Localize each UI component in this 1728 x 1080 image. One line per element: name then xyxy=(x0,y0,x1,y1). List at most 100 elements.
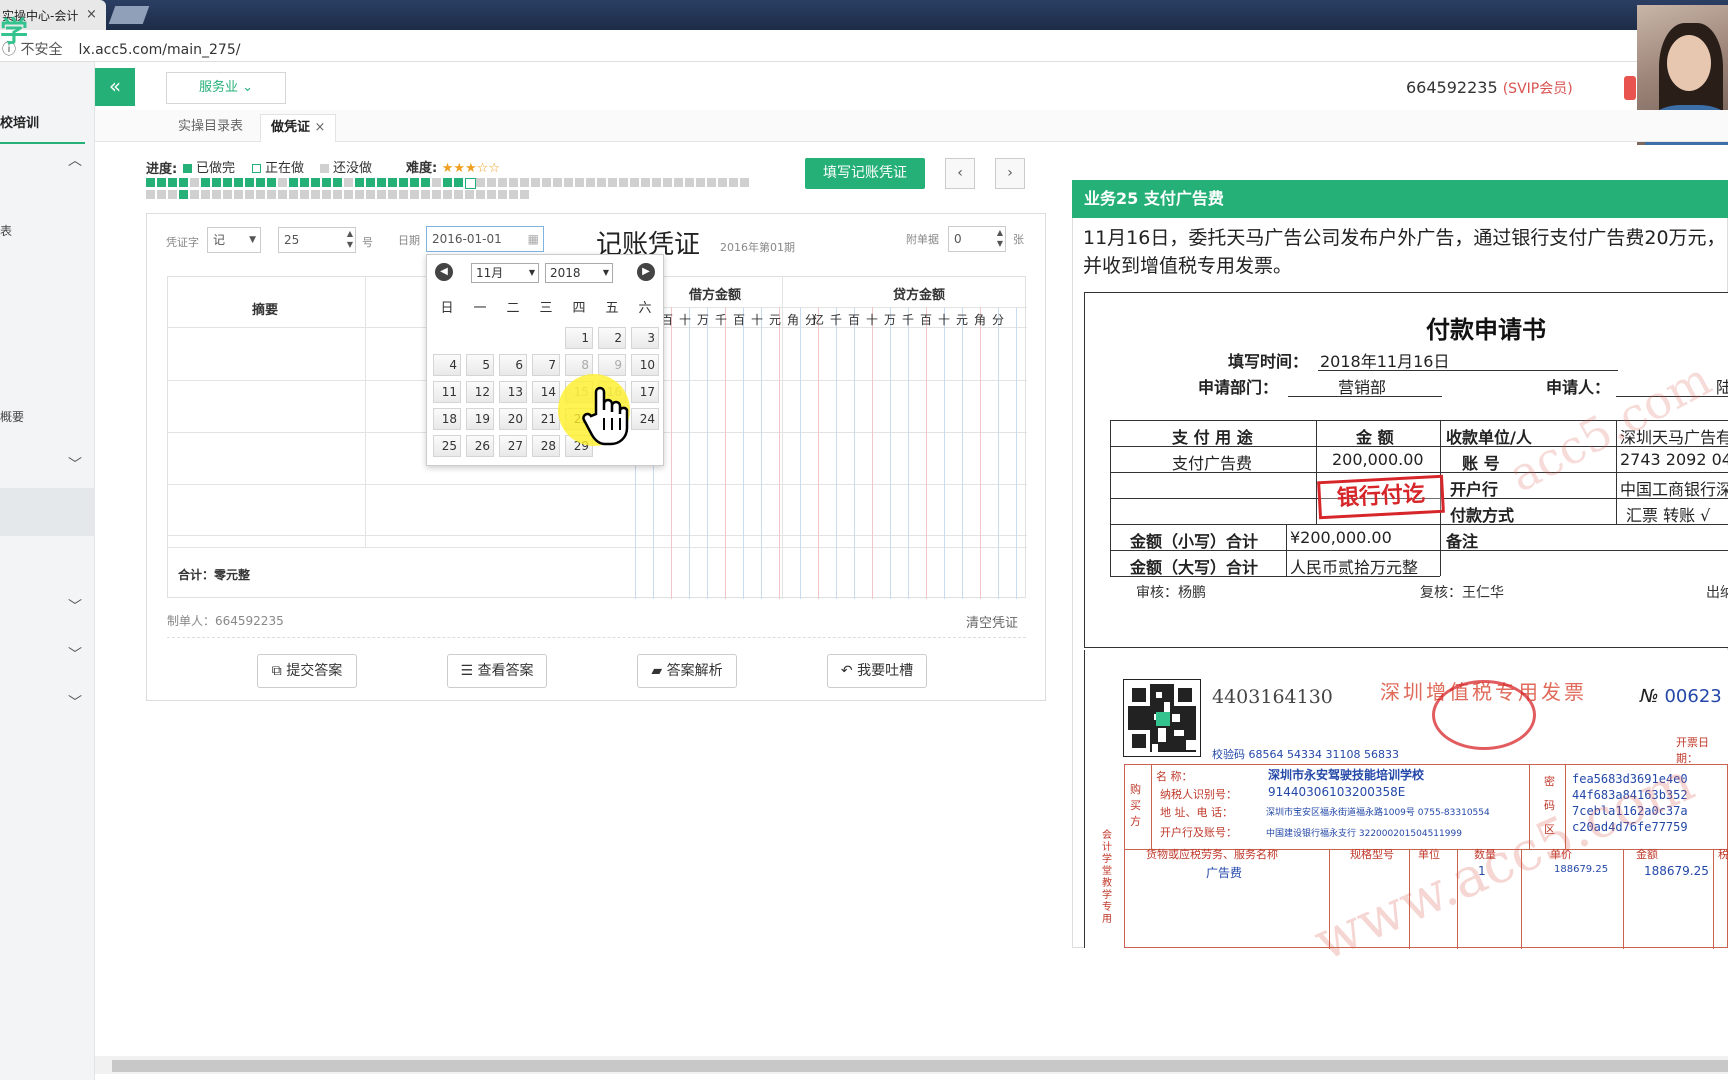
prev-month-icon[interactable]: ◀ xyxy=(435,263,453,281)
tab-make-voucher[interactable]: 做凭证 × xyxy=(260,114,337,142)
tab-practice-index[interactable]: 实操目录表 xyxy=(168,114,253,142)
fill-voucher-button[interactable]: 填写记账凭证 xyxy=(805,158,925,189)
progress-cell[interactable] xyxy=(575,178,584,187)
progress-cell[interactable] xyxy=(190,190,199,199)
chevron-up-icon[interactable]: ︿ xyxy=(68,150,82,170)
view-answer-button[interactable]: ☰ 查看答案 xyxy=(447,654,547,688)
progress-cell[interactable] xyxy=(256,190,265,199)
progress-cell[interactable] xyxy=(685,178,694,187)
chevron-down-icon[interactable]: ﹀ xyxy=(68,454,82,474)
calendar-day[interactable]: 26 xyxy=(466,435,494,457)
calendar-day[interactable]: 25 xyxy=(433,435,461,457)
progress-cell[interactable] xyxy=(432,190,441,199)
progress-cell[interactable] xyxy=(267,190,276,199)
progress-cell[interactable] xyxy=(245,190,254,199)
progress-cell[interactable] xyxy=(564,178,573,187)
calendar-day[interactable]: 19 xyxy=(466,408,494,430)
sidebar-item[interactable]: 表 xyxy=(0,222,12,239)
progress-cell[interactable] xyxy=(190,178,199,187)
sidebar-item[interactable]: 概要 xyxy=(0,408,24,425)
progress-cell[interactable] xyxy=(520,190,529,199)
progress-cell[interactable] xyxy=(212,178,221,187)
progress-cell[interactable] xyxy=(256,178,265,187)
progress-cell[interactable] xyxy=(300,178,309,187)
sidebar-selected-item[interactable] xyxy=(0,488,95,536)
calendar-day[interactable]: 27 xyxy=(499,435,527,457)
voucher-number-stepper[interactable]: 25 ▲ ▼ xyxy=(278,227,356,253)
progress-cell[interactable] xyxy=(388,178,397,187)
calendar-day[interactable]: 12 xyxy=(466,381,494,403)
progress-cell[interactable] xyxy=(201,190,210,199)
next-month-icon[interactable]: ▶ xyxy=(637,263,655,281)
progress-cell[interactable] xyxy=(146,190,155,199)
progress-cell[interactable] xyxy=(234,190,243,199)
progress-cell[interactable] xyxy=(289,190,298,199)
collapse-sidebar-button[interactable]: « xyxy=(95,68,135,106)
chevron-down-icon[interactable]: ﹀ xyxy=(68,692,82,712)
progress-cell[interactable] xyxy=(355,190,364,199)
progress-cell[interactable] xyxy=(157,178,166,187)
calendar-day[interactable]: 17 xyxy=(631,381,659,403)
progress-cell[interactable] xyxy=(410,190,419,199)
progress-cell[interactable] xyxy=(432,178,441,187)
attachments-stepper[interactable]: 0 ▲ ▼ xyxy=(948,226,1006,252)
calendar-day[interactable]: 5 xyxy=(466,354,494,376)
progress-cell[interactable] xyxy=(344,190,353,199)
progress-cell[interactable] xyxy=(597,178,606,187)
progress-cell[interactable] xyxy=(157,190,166,199)
calendar-day[interactable]: 13 xyxy=(499,381,527,403)
progress-cell[interactable] xyxy=(553,178,562,187)
progress-cell[interactable] xyxy=(355,178,364,187)
progress-cell[interactable] xyxy=(443,190,452,199)
progress-cell[interactable] xyxy=(179,178,188,187)
progress-cell[interactable] xyxy=(498,178,507,187)
progress-cell[interactable] xyxy=(443,178,452,187)
progress-cell[interactable] xyxy=(641,178,650,187)
voucher-word-select[interactable]: 记 ▼ xyxy=(207,227,261,253)
date-input[interactable]: 2016-01-01 ▦ xyxy=(426,226,544,252)
calendar-day[interactable]: 7 xyxy=(532,354,560,376)
progress-cell[interactable] xyxy=(267,178,276,187)
progress-cell[interactable] xyxy=(146,178,155,187)
progress-cell[interactable] xyxy=(520,178,529,187)
progress-cell[interactable] xyxy=(454,178,463,187)
progress-cell[interactable] xyxy=(300,190,309,199)
progress-cell[interactable] xyxy=(410,178,419,187)
scrollbar-thumb[interactable] xyxy=(112,1060,1728,1072)
progress-cell[interactable] xyxy=(476,190,485,199)
progress-cell[interactable] xyxy=(487,190,496,199)
clear-voucher-link[interactable]: 清空凭证 xyxy=(966,612,1018,631)
calendar-day[interactable]: 1 xyxy=(565,327,593,349)
progress-cell[interactable] xyxy=(212,190,221,199)
progress-cell[interactable] xyxy=(674,178,683,187)
calendar-day[interactable]: 8 xyxy=(565,354,593,376)
progress-cell[interactable] xyxy=(333,178,342,187)
calendar-day[interactable]: 14 xyxy=(532,381,560,403)
answer-analysis-button[interactable]: ▰ 答案解析 xyxy=(637,654,737,688)
progress-cell[interactable] xyxy=(344,178,353,187)
progress-cell[interactable] xyxy=(542,178,551,187)
progress-cell[interactable] xyxy=(740,178,749,187)
progress-cell[interactable] xyxy=(652,178,661,187)
month-select[interactable]: 11月 ▼ xyxy=(471,263,539,283)
progress-cell[interactable] xyxy=(168,178,177,187)
submit-answer-button[interactable]: ⧉ 提交答案 xyxy=(257,654,357,688)
progress-cell[interactable] xyxy=(509,178,518,187)
progress-cell[interactable] xyxy=(366,178,375,187)
progress-cell[interactable] xyxy=(322,190,331,199)
business-type-dropdown[interactable]: 服务业 ⌄ xyxy=(166,72,286,104)
progress-cell[interactable] xyxy=(289,178,298,187)
calendar-day[interactable]: 10 xyxy=(631,354,659,376)
calendar-day[interactable]: 2 xyxy=(598,327,626,349)
progress-cell[interactable] xyxy=(696,178,705,187)
sidebar-title[interactable]: 校培训 xyxy=(0,112,39,131)
calendar-day[interactable]: 3 xyxy=(631,327,659,349)
calendar-day[interactable]: 20 xyxy=(499,408,527,430)
progress-cell[interactable] xyxy=(179,190,188,199)
progress-cell[interactable] xyxy=(366,190,375,199)
progress-cell[interactable] xyxy=(201,178,210,187)
progress-cell[interactable] xyxy=(234,178,243,187)
chevron-down-icon[interactable]: ﹀ xyxy=(68,644,82,664)
tab-close-icon[interactable]: × xyxy=(86,7,97,22)
progress-cell[interactable] xyxy=(399,190,408,199)
